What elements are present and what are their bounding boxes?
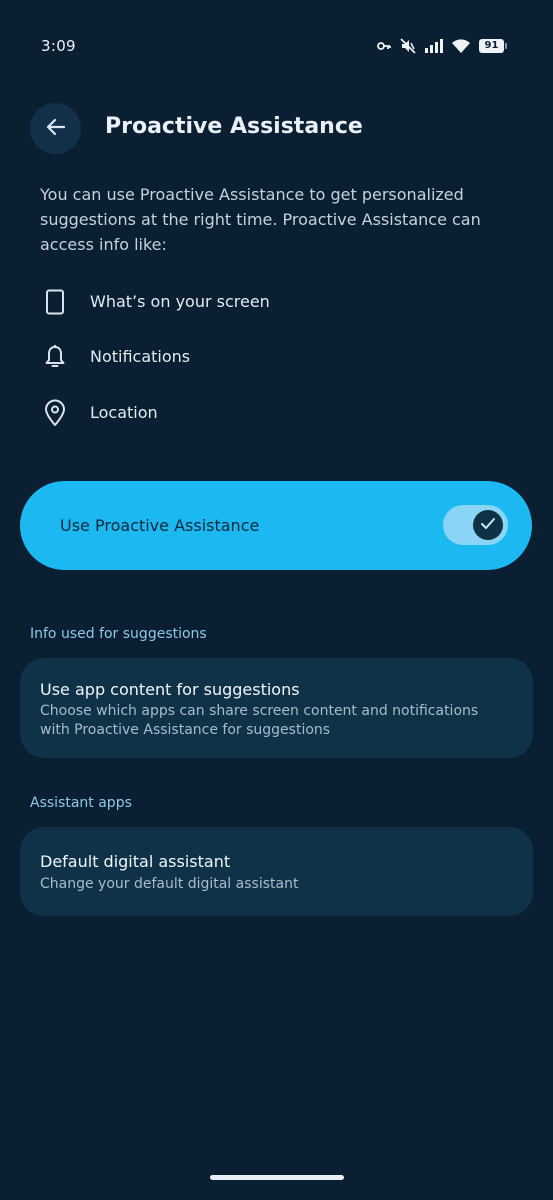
use-proactive-assistance-toggle-card[interactable]: Use Proactive Assistance <box>20 481 532 570</box>
card-title: Use app content for suggestions <box>40 680 300 699</box>
status-time: 3:09 <box>41 37 76 55</box>
info-label: Notifications <box>90 347 191 366</box>
settings-screen: 3:09 91 Proactive Assistance You can use… <box>0 0 553 1200</box>
home-indicator[interactable] <box>210 1175 344 1180</box>
section-header-assistant-apps: Assistant apps <box>30 795 132 811</box>
location-pin-icon <box>40 398 70 428</box>
status-bar: 3:09 91 <box>0 0 553 92</box>
page-title: Proactive Assistance <box>105 114 363 139</box>
battery-level: 91 <box>479 39 504 53</box>
info-item-notifications: Notifications <box>40 342 190 372</box>
battery-icon: 91 <box>479 39 507 53</box>
info-label: Location <box>90 403 158 422</box>
use-proactive-assistance-switch[interactable] <box>443 505 508 545</box>
main-toggle-label: Use Proactive Assistance <box>60 516 260 535</box>
mute-icon <box>400 38 416 54</box>
key-icon <box>377 40 391 52</box>
status-icons: 91 <box>377 38 507 54</box>
card-subtitle: Change your default digital assistant <box>40 876 299 892</box>
intro-description: You can use Proactive Assistance to get … <box>40 185 481 254</box>
section-header-info-used: Info used for suggestions <box>30 626 207 642</box>
info-item-screen: What’s on your screen <box>40 287 270 317</box>
info-item-location: Location <box>40 398 158 428</box>
card-subtitle: Choose which apps can share screen conte… <box>40 703 479 738</box>
info-label: What’s on your screen <box>90 292 270 311</box>
use-app-content-item[interactable]: Use app content for suggestions Choose w… <box>20 658 533 758</box>
signal-icon <box>425 39 443 53</box>
switch-thumb <box>473 510 503 540</box>
arrow-left-icon <box>44 115 68 143</box>
wifi-icon <box>452 39 470 53</box>
bell-icon <box>40 342 70 372</box>
back-button[interactable] <box>30 103 81 154</box>
default-digital-assistant-item[interactable]: Default digital assistant Change your de… <box>20 827 533 916</box>
card-title: Default digital assistant <box>40 852 231 871</box>
check-icon <box>480 516 496 535</box>
phone-outline-icon <box>40 287 70 317</box>
